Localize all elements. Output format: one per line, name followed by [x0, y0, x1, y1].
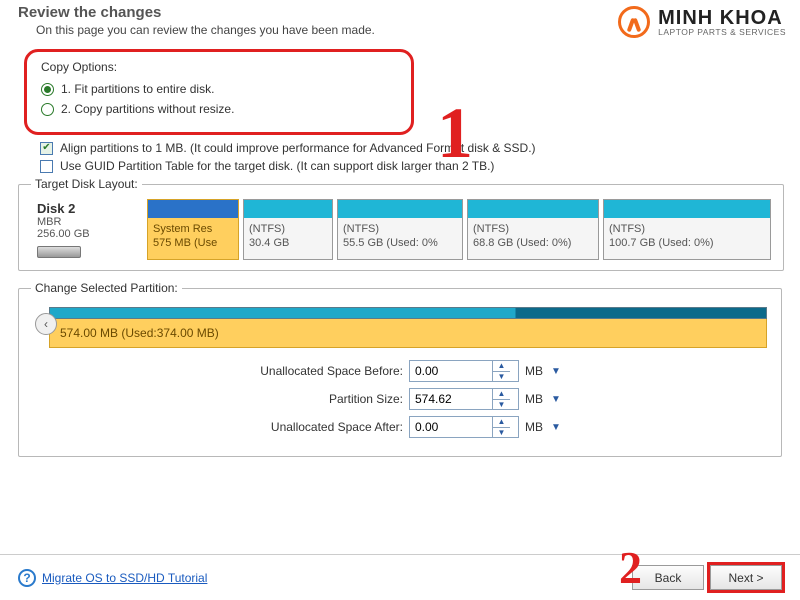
next-button[interactable]: Next >: [710, 565, 782, 590]
change-partition-legend: Change Selected Partition:: [31, 281, 182, 295]
input-unalloc-after[interactable]: ▲▼: [409, 416, 519, 438]
checkbox-guid[interactable]: [40, 160, 53, 173]
partition-slider-label: 574.00 MB (Used:374.00 MB): [49, 319, 767, 348]
disk-icon: [37, 246, 81, 258]
input-unalloc-before[interactable]: ▲▼: [409, 360, 519, 382]
partition-bar: [244, 200, 332, 218]
checkbox-guid-label: Use GUID Partition Table for the target …: [60, 159, 494, 173]
spin-down-icon[interactable]: ▼: [493, 427, 510, 438]
radio-no-resize-label: 2. Copy partitions without resize.: [61, 102, 234, 116]
spin-up-icon[interactable]: ▲: [493, 417, 510, 427]
change-partition-group: Change Selected Partition: ‹ 574.00 MB (…: [18, 281, 782, 457]
partition-label: (NTFS)100.7 GB (Used: 0%): [604, 218, 770, 256]
spin-up-icon[interactable]: ▲: [493, 361, 510, 371]
partition-label: (NTFS)68.8 GB (Used: 0%): [468, 218, 598, 256]
target-disk-layout-legend: Target Disk Layout:: [31, 177, 142, 191]
label-unalloc-before: Unallocated Space Before:: [233, 364, 403, 378]
disk-info: Disk 2 MBR 256.00 GB: [31, 199, 141, 260]
unit-dropdown[interactable]: ▼: [549, 394, 563, 405]
unit-mb: MB: [525, 420, 543, 434]
partition-slider[interactable]: [49, 307, 767, 319]
target-disk-layout-group: Target Disk Layout: Disk 2 MBR 256.00 GB…: [18, 177, 784, 271]
partition-block[interactable]: (NTFS)100.7 GB (Used: 0%): [603, 199, 771, 260]
partition-label: (NTFS)30.4 GB: [244, 218, 332, 256]
partition-bar: [148, 200, 238, 218]
input-unalloc-before-field[interactable]: [410, 361, 492, 381]
radio-no-resize[interactable]: [41, 103, 54, 116]
help-link[interactable]: Migrate OS to SSD/HD Tutorial: [42, 571, 207, 585]
input-unalloc-after-field[interactable]: [410, 417, 492, 437]
annotation-2: 2: [619, 541, 642, 594]
partition-label: (NTFS)55.5 GB (Used: 0%: [338, 218, 462, 256]
partition-label: System Res575 MB (Use: [148, 218, 238, 256]
unit-dropdown[interactable]: ▼: [549, 422, 563, 433]
partition-bar: [604, 200, 770, 218]
brand-logo-icon: [618, 6, 650, 38]
copy-options-legend: Copy Options:: [41, 60, 397, 74]
unit-dropdown[interactable]: ▼: [549, 366, 563, 377]
help-icon[interactable]: ?: [18, 569, 36, 587]
brand-name: MINH KHOA: [658, 8, 786, 28]
disk-size: 256.00 GB: [37, 228, 135, 240]
label-unalloc-after: Unallocated Space After:: [233, 420, 403, 434]
spin-down-icon[interactable]: ▼: [493, 399, 510, 410]
unit-mb: MB: [525, 392, 543, 406]
checkbox-align-1mb[interactable]: [40, 142, 53, 155]
brand-tagline: LAPTOP PARTS & SERVICES: [658, 28, 786, 37]
partition-block[interactable]: (NTFS)30.4 GB: [243, 199, 333, 260]
annotation-1: 1: [437, 92, 473, 175]
copy-options-group: Copy Options: 1. Fit partitions to entir…: [24, 49, 414, 135]
back-button[interactable]: Back: [632, 565, 704, 590]
partition-block[interactable]: (NTFS)55.5 GB (Used: 0%: [337, 199, 463, 260]
footer-bar: ? Migrate OS to SSD/HD Tutorial Back Nex…: [0, 554, 800, 600]
input-partition-size[interactable]: ▲▼: [409, 388, 519, 410]
disk-name: Disk 2: [37, 201, 135, 216]
radio-fit-partitions[interactable]: [41, 83, 54, 96]
spin-down-icon[interactable]: ▼: [493, 371, 510, 382]
partition-block[interactable]: (NTFS)68.8 GB (Used: 0%): [467, 199, 599, 260]
partition-bar: [468, 200, 598, 218]
partition-bar: [338, 200, 462, 218]
slider-handle-left[interactable]: ‹: [35, 313, 57, 335]
radio-fit-label: 1. Fit partitions to entire disk.: [61, 82, 214, 96]
brand-logo-block: MINH KHOA LAPTOP PARTS & SERVICES: [618, 6, 786, 38]
spin-up-icon[interactable]: ▲: [493, 389, 510, 399]
disk-type: MBR: [37, 216, 135, 228]
input-partition-size-field[interactable]: [410, 389, 492, 409]
partition-block[interactable]: System Res575 MB (Use: [147, 199, 239, 260]
label-partition-size: Partition Size:: [233, 392, 403, 406]
unit-mb: MB: [525, 364, 543, 378]
